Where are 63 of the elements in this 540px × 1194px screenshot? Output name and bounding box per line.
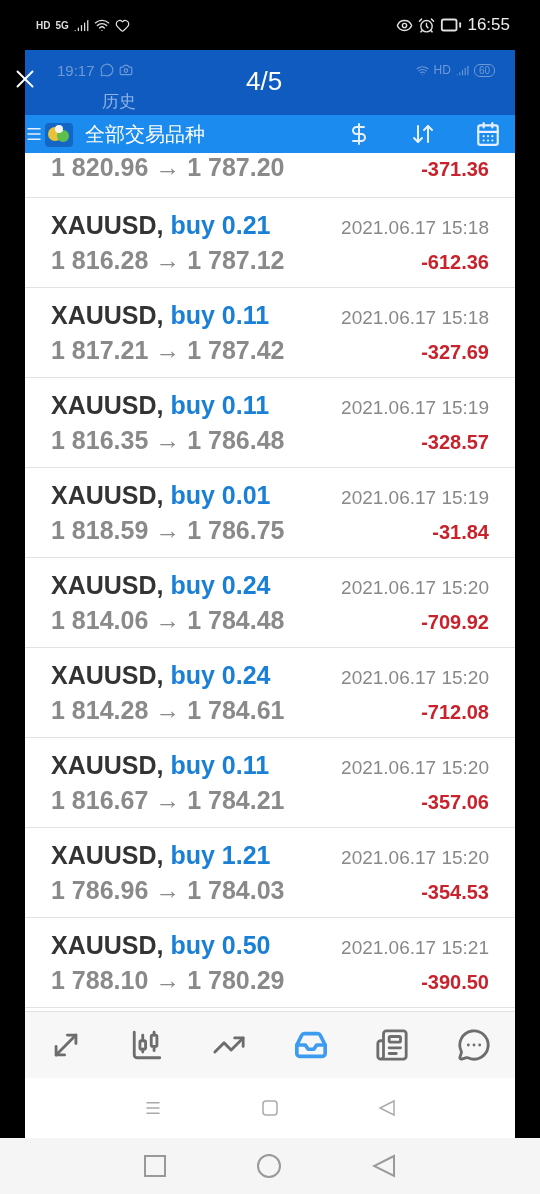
deal-time: 2021.06.17 15:20 — [341, 756, 489, 779]
alarm-icon — [418, 16, 436, 34]
deal-title: XAUUSD, buy 0.11 — [51, 750, 270, 780]
home-icon[interactable] — [262, 1100, 278, 1116]
network-label: HD — [36, 19, 51, 31]
price-range: 1 820.96 → 1 787.20 — [51, 153, 285, 182]
network-label: 5G — [55, 19, 69, 31]
profit: -357.06 — [421, 790, 489, 814]
screen-title: 历史 — [102, 92, 136, 111]
price-range: 1 786.96 → 1 784.03 — [51, 875, 285, 905]
profit: -31.84 — [432, 520, 489, 544]
back-icon[interactable] — [378, 1099, 396, 1117]
camera-icon — [118, 63, 133, 77]
wifi-icon — [93, 17, 110, 33]
price-range: 1 817.21 → 1 787.42 — [51, 335, 285, 365]
menu-icon[interactable] — [25, 125, 43, 143]
recents-icon[interactable] — [144, 1155, 166, 1177]
profit: -371.36 — [421, 158, 489, 181]
chat-icon — [99, 63, 114, 77]
deal-time: 2021.06.17 15:19 — [341, 486, 489, 509]
clock: 16:55 — [467, 15, 510, 35]
deal-title: XAUUSD, buy 0.01 — [51, 480, 271, 510]
profit: -709.92 — [421, 610, 489, 634]
page-counter: 4/5 — [246, 66, 283, 97]
price-range: 1 788.10 → 1 780.29 — [51, 965, 285, 995]
price-range: 1 816.28 → 1 787.12 — [51, 245, 285, 275]
profit: -712.08 — [421, 700, 489, 724]
deal-title: XAUUSD, buy 0.21 — [51, 210, 271, 240]
deal-title: XAUUSD, buy 0.24 — [51, 660, 271, 690]
deal-time: 2021.06.17 15:20 — [341, 846, 489, 869]
profit: -612.36 — [421, 250, 489, 274]
wifi-icon — [415, 63, 429, 77]
deal-time: 2021.06.17 15:18 — [341, 216, 489, 239]
price-range: 1 816.35 → 1 786.48 — [51, 425, 285, 455]
battery-level: 60 — [473, 63, 495, 77]
home-icon[interactable] — [256, 1153, 282, 1179]
deal-title: XAUUSD, buy 0.24 — [51, 570, 271, 600]
signal-icon — [455, 63, 469, 77]
deal-time: 2021.06.17 15:18 — [341, 306, 489, 329]
deal-title: XAUUSD, buy 1.21 — [51, 840, 271, 870]
deal-title: XAUUSD, buy 0.11 — [51, 300, 270, 330]
calendar-icon[interactable] — [475, 121, 501, 147]
back-icon[interactable] — [372, 1154, 396, 1178]
price-range: 1 818.59 → 1 786.75 — [51, 515, 285, 545]
profit: -327.69 — [421, 340, 489, 364]
menu-icon[interactable] — [144, 1099, 162, 1117]
deal-title: XAUUSD, buy 0.11 — [51, 390, 270, 420]
clock: 19:17 — [57, 61, 95, 79]
deal-time: 2021.06.17 15:20 — [341, 666, 489, 689]
heart-icon — [114, 17, 130, 33]
profit: -354.53 — [421, 880, 489, 904]
deal-time: 2021.06.17 15:19 — [341, 396, 489, 419]
price-range: 1 816.67 → 1 784.21 — [51, 785, 285, 815]
price-range: 1 814.28 → 1 784.61 — [51, 695, 285, 725]
deal-time: 2021.06.17 15:21 — [341, 936, 489, 959]
profit: -390.50 — [421, 970, 489, 994]
deal-time: 2021.06.17 15:20 — [341, 576, 489, 599]
deal-title: XAUUSD, buy 0.50 — [51, 930, 271, 960]
signal-icon — [73, 17, 89, 33]
network-label: HD — [433, 63, 451, 77]
profit: -328.57 — [421, 430, 489, 454]
sort-icon[interactable] — [411, 122, 435, 146]
price-range: 1 814.06 → 1 784.48 — [51, 605, 285, 635]
